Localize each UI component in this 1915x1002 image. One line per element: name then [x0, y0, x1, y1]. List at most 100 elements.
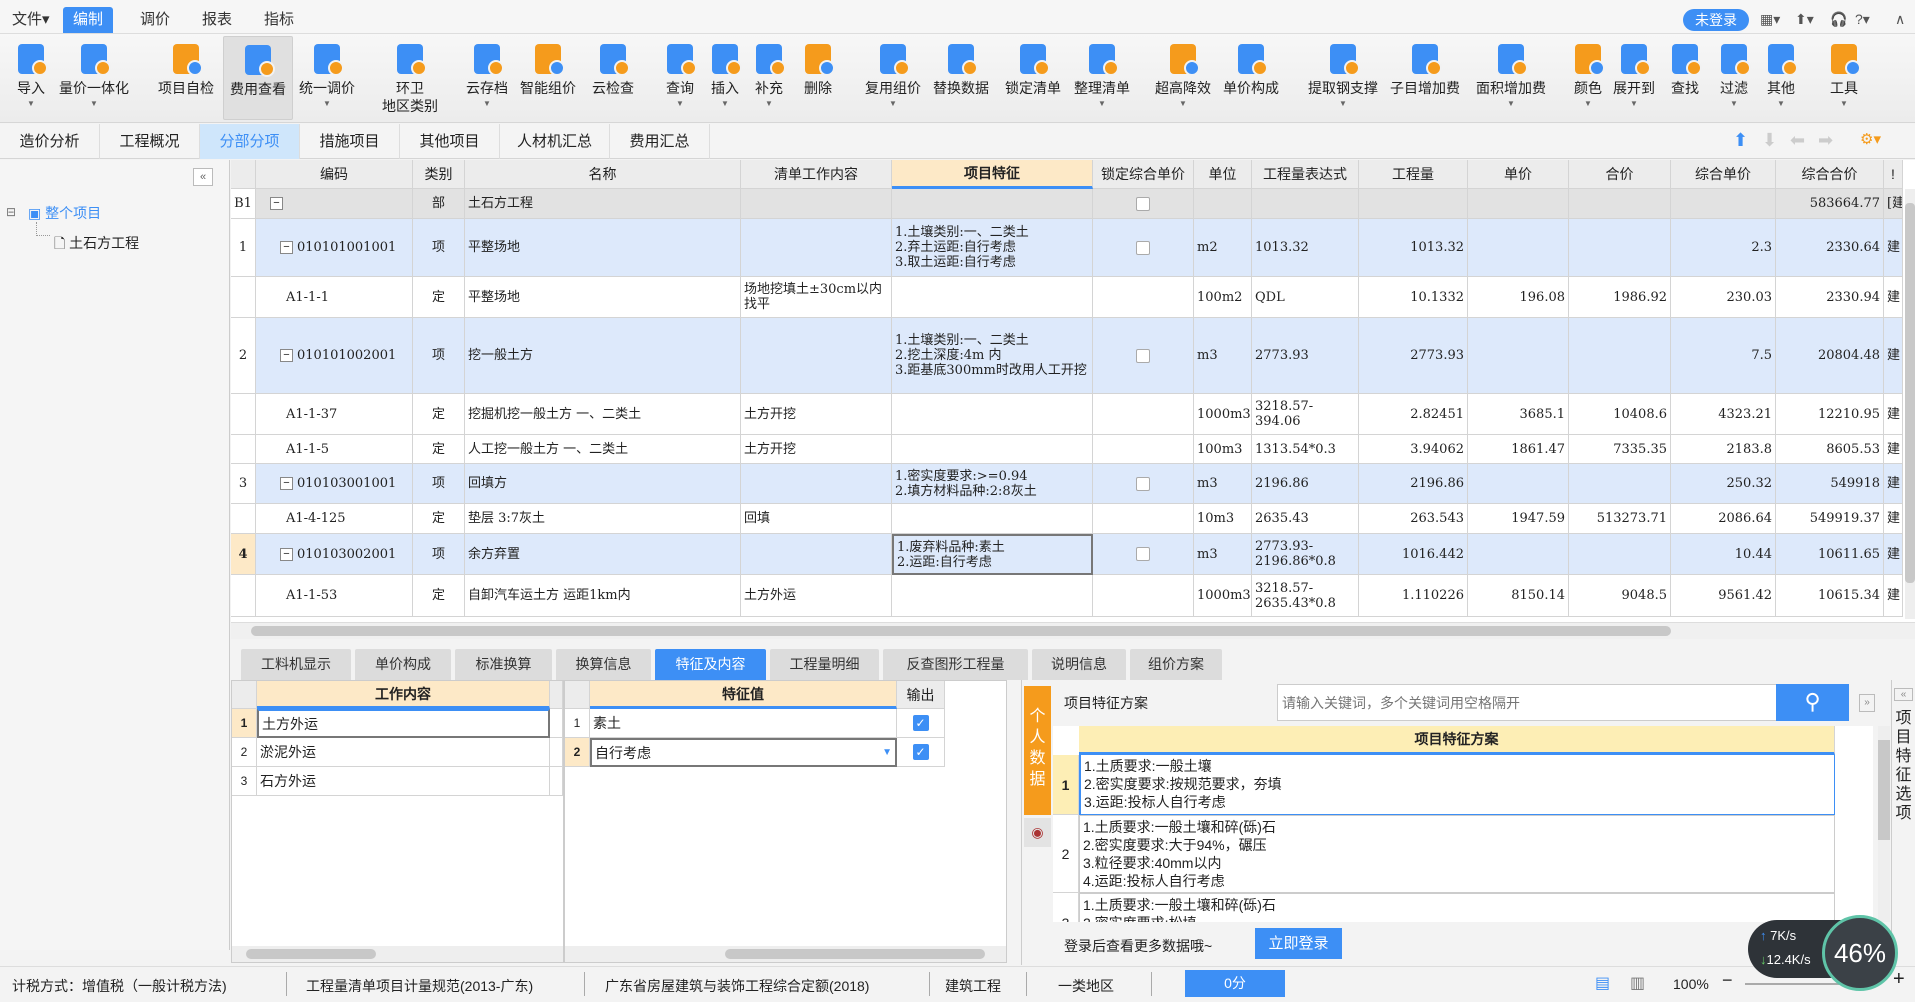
cell-fee-category[interactable]: 建 — [1884, 534, 1903, 575]
work-content-cell[interactable]: 石方外运 — [257, 767, 550, 796]
output-cell[interactable]: ✓ — [897, 709, 945, 738]
cell-total-price[interactable] — [1569, 464, 1671, 504]
toolbar-button[interactable]: 费用查看 — [223, 36, 293, 120]
column-header-name[interactable]: 名称 — [465, 160, 741, 189]
cell-work-content[interactable]: 场地挖填土±30cm以内找平 — [741, 277, 892, 318]
detail-tab[interactable]: 换算信息 — [556, 649, 651, 680]
collapse-toggle-icon[interactable]: − — [280, 547, 293, 561]
menu-item[interactable]: 报表 — [192, 7, 242, 33]
cell-type[interactable]: 项 — [413, 219, 465, 277]
toolbar-button[interactable]: 面积增加费 ▼ — [1476, 36, 1546, 120]
column-header-quantity-expression[interactable]: 工程量表达式 — [1252, 160, 1359, 189]
view-single-icon[interactable]: ▤ — [1595, 973, 1610, 993]
toolbar-button[interactable]: 云检查 — [578, 36, 648, 120]
toolbar-button[interactable]: 项目自检 — [151, 36, 221, 120]
cell-code[interactable]: − — [256, 189, 413, 219]
cell-type[interactable]: 项 — [413, 464, 465, 504]
module-tab[interactable]: 工程概况 — [100, 124, 200, 159]
cell-quantity-expression[interactable]: 2773.93-2196.86*0.8 — [1252, 534, 1359, 575]
cell-quantity-expression[interactable]: 2635.43 — [1252, 504, 1359, 534]
cell-code[interactable]: −010101002001 — [256, 318, 413, 394]
cell-unit[interactable]: 1000m3 — [1194, 394, 1252, 435]
cell-fee-category[interactable]: 建 — [1884, 575, 1903, 617]
zoom-out-icon[interactable]: − — [1722, 970, 1733, 991]
column-header-row-number[interactable] — [231, 160, 256, 189]
scheme-option[interactable]: 1.土质要求:一般土壤 2.密实度要求:按规范要求，夯填 3.运距:投标人自行考… — [1079, 755, 1835, 815]
tree-node-earthwork[interactable]: 🗋 土石方工程 — [54, 233, 139, 257]
scheme-search-input[interactable] — [1277, 684, 1777, 721]
cell-unit[interactable]: m3 — [1194, 318, 1252, 394]
cell-lock-price[interactable] — [1093, 435, 1194, 464]
move-down-icon[interactable]: ⬇ — [1762, 130, 1777, 151]
cell-work-content[interactable]: 土方开挖 — [741, 435, 892, 464]
lock-checkbox[interactable] — [1136, 196, 1150, 211]
column-header-quantity[interactable]: 工程量 — [1359, 160, 1468, 189]
cell-total-price[interactable] — [1569, 534, 1671, 575]
cell-lock-price[interactable] — [1093, 318, 1194, 394]
cell-code[interactable]: A1-1-5 — [256, 435, 413, 464]
collapse-ribbon-icon[interactable]: ∧ — [1895, 11, 1905, 28]
lock-checkbox[interactable] — [1136, 348, 1150, 363]
cell-lock-price[interactable] — [1093, 464, 1194, 504]
cell-code[interactable]: A1-1-1 — [256, 277, 413, 318]
cell-composite-total-price[interactable]: 12210.95 — [1776, 394, 1884, 435]
move-up-icon[interactable]: ⬆ — [1733, 130, 1748, 151]
cell-lock-price[interactable] — [1093, 189, 1194, 219]
cell-composite-total-price[interactable]: 2330.94 — [1776, 277, 1884, 318]
chevron-down-icon[interactable]: ▼ — [1746, 99, 1816, 108]
cell-type[interactable]: 部 — [413, 189, 465, 219]
work-content-cell[interactable]: 土方外运 — [257, 709, 550, 738]
cell-composite-total-price[interactable]: 549919.37 — [1776, 504, 1884, 534]
module-tab[interactable]: 分部分项 — [200, 124, 300, 159]
toolbar-button[interactable]: 删除 — [783, 36, 853, 120]
toolbar-button[interactable]: 超高降效 ▼ — [1148, 36, 1218, 120]
cell-fee-category[interactable]: 建 — [1884, 504, 1903, 534]
cell-unit-price[interactable] — [1468, 318, 1569, 394]
cell-feature[interactable] — [892, 394, 1093, 435]
cell-name[interactable]: 人工挖一般土方 一、二类土 — [465, 435, 741, 464]
detail-tab[interactable]: 工料机显示 — [241, 649, 351, 680]
collapse-toggle-icon[interactable]: − — [270, 197, 283, 210]
cell-quantity-expression[interactable]: 1313.54*0.3 — [1252, 435, 1359, 464]
cell-unit[interactable]: 100m2 — [1194, 277, 1252, 318]
cell-feature[interactable] — [892, 189, 1093, 219]
cell-composite-unit-price[interactable]: 250.32 — [1671, 464, 1776, 504]
column-header-total-price[interactable]: 合价 — [1569, 160, 1671, 189]
login-badge[interactable]: 未登录 — [1683, 9, 1749, 31]
cell-feature[interactable]: 1.土壤类别:一、二类土 2.弃土运距:自行考虑 3.取土运距:自行考虑 — [892, 219, 1093, 277]
column-header-composite-total-price[interactable]: 综合合价 — [1776, 160, 1884, 189]
column-header-fee-category[interactable]: ! — [1884, 160, 1903, 189]
cell-type[interactable]: 定 — [413, 504, 465, 534]
headset-icon[interactable]: 🎧 — [1830, 11, 1847, 28]
cell-feature[interactable] — [892, 277, 1093, 318]
output-checkbox[interactable]: ✓ — [912, 715, 929, 731]
cell-total-price[interactable] — [1569, 189, 1671, 219]
cell-lock-price[interactable] — [1093, 534, 1194, 575]
column-header-code[interactable]: 编码 — [256, 160, 413, 189]
cell-type[interactable]: 定 — [413, 277, 465, 318]
help-icon[interactable]: ?▾ — [1855, 11, 1870, 28]
menu-item[interactable]: 文件▾ — [2, 7, 60, 33]
cell-name[interactable]: 平整场地 — [465, 219, 741, 277]
cell-fee-category[interactable]: 建 — [1884, 318, 1903, 394]
chevron-down-icon[interactable]: ▼ — [1476, 99, 1546, 108]
toolbar-button[interactable]: 云存档 ▼ — [452, 36, 522, 120]
chevron-down-icon[interactable]: ▼ — [858, 99, 928, 108]
cell-name[interactable]: 余方弃置 — [465, 534, 741, 575]
cell-unit[interactable]: 100m3 — [1194, 435, 1252, 464]
cell-unit-price[interactable]: 3685.1 — [1468, 394, 1569, 435]
zoom-in-icon[interactable]: + — [1893, 968, 1905, 991]
personal-data-tab[interactable]: 个人数据 — [1024, 686, 1051, 815]
enterprise-logo-icon[interactable]: ◉ — [1024, 818, 1051, 847]
work-content-scrollbar[interactable] — [232, 946, 563, 962]
cell-fee-category[interactable]: [建 — [1884, 189, 1903, 219]
cell-name[interactable]: 挖一般土方 — [465, 318, 741, 394]
cell-composite-total-price[interactable]: 10615.34 — [1776, 575, 1884, 617]
cell-quantity[interactable] — [1359, 189, 1468, 219]
chevron-down-icon[interactable]: ▼ — [292, 99, 362, 108]
expand-panel-icon[interactable]: » — [1859, 694, 1875, 712]
chevron-down-icon[interactable]: ▼ — [1308, 99, 1378, 108]
scrollbar-thumb[interactable] — [246, 949, 376, 959]
cell-lock-price[interactable] — [1093, 277, 1194, 318]
toolbar-button[interactable]: 统一调价 ▼ — [292, 36, 362, 120]
